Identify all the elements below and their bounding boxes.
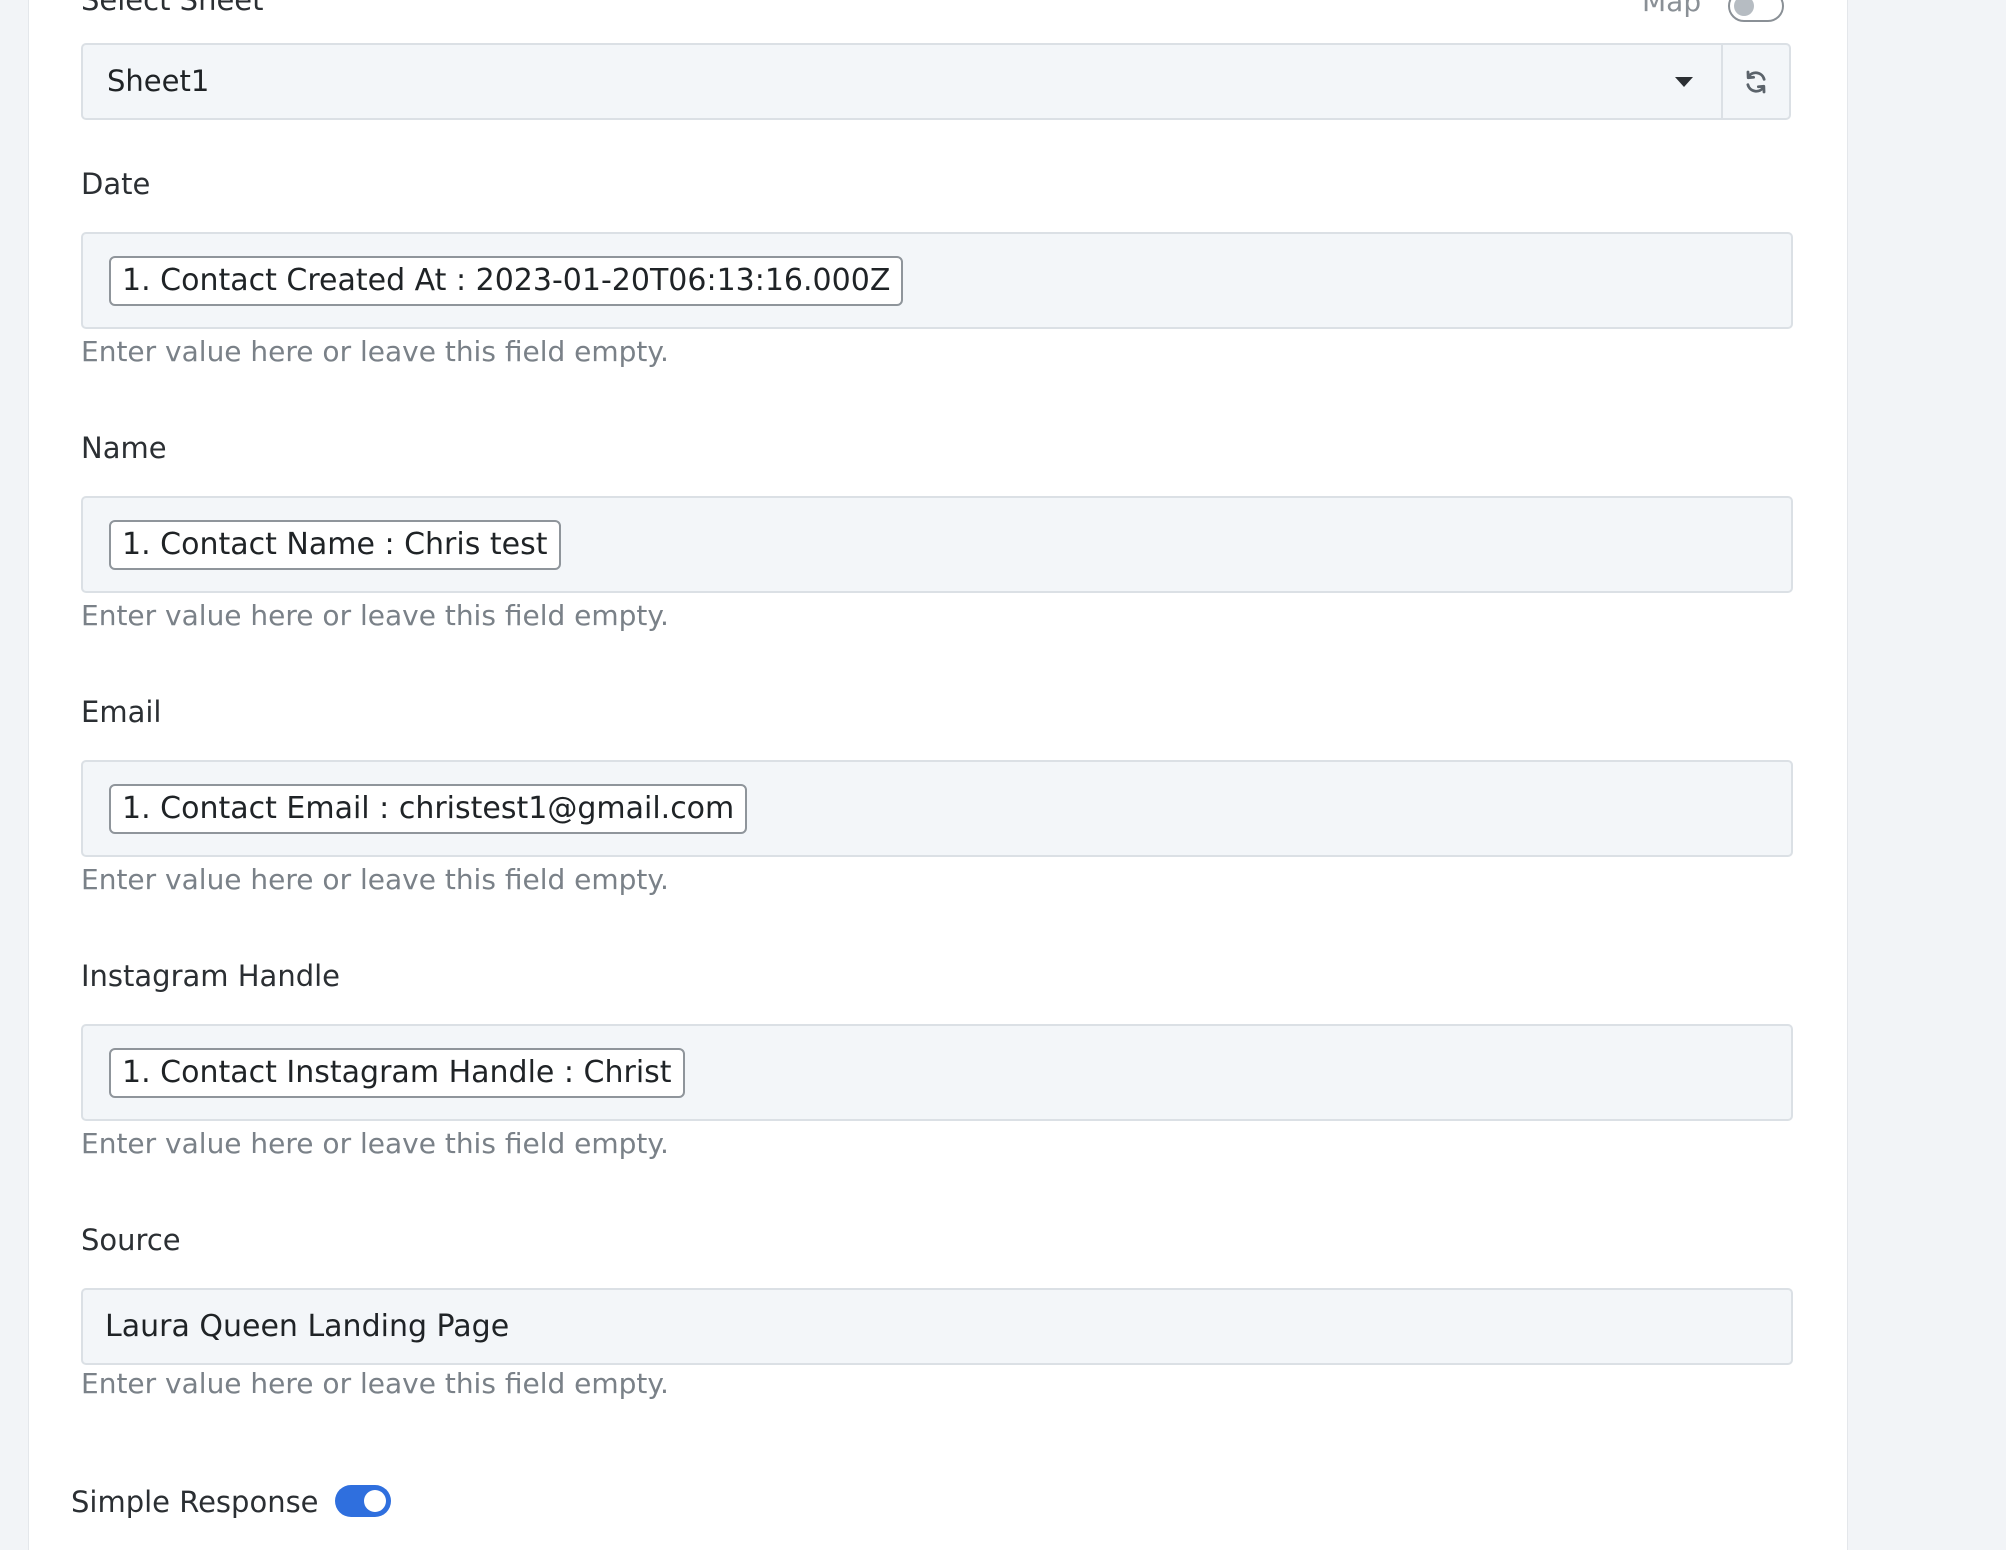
- date-field[interactable]: 1. Contact Created At : 2023-01-20T06:13…: [81, 232, 1793, 329]
- email-help-text: Enter value here or leave this field emp…: [81, 863, 669, 896]
- instagram-mapped-chip[interactable]: 1. Contact Instagram Handle : Christ: [109, 1048, 685, 1098]
- instagram-field[interactable]: 1. Contact Instagram Handle : Christ: [81, 1024, 1793, 1121]
- toggle-knob: [364, 1490, 386, 1512]
- date-label: Date: [81, 167, 151, 201]
- select-sheet-label: Select Sheet: [81, 0, 264, 17]
- refresh-button[interactable]: [1721, 43, 1791, 120]
- map-toggle[interactable]: [1728, 0, 1784, 22]
- email-mapped-chip[interactable]: 1. Contact Email : christest1@gmail.com: [109, 784, 748, 834]
- caret-down-icon: [1675, 77, 1693, 87]
- toggle-knob: [1734, 0, 1754, 16]
- name-field[interactable]: 1. Contact Name : Chris test: [81, 496, 1793, 593]
- simple-response-label: Simple Response: [71, 1485, 319, 1519]
- sheet-select[interactable]: Sheet1: [81, 43, 1721, 120]
- instagram-help-text: Enter value here or leave this field emp…: [81, 1127, 669, 1160]
- date-mapped-chip[interactable]: 1. Contact Created At : 2023-01-20T06:13…: [109, 256, 904, 306]
- simple-response-toggle[interactable]: [335, 1485, 391, 1517]
- email-label: Email: [81, 695, 162, 729]
- refresh-icon: [1746, 70, 1766, 93]
- form-card: Select Sheet Map Sheet1 Date 1. Contact …: [28, 0, 1848, 1550]
- sheet-select-value: Sheet1: [107, 64, 210, 98]
- date-help-text: Enter value here or leave this field emp…: [81, 335, 669, 368]
- map-label: Map: [1642, 0, 1702, 18]
- name-mapped-chip[interactable]: 1. Contact Name : Chris test: [109, 520, 561, 570]
- source-label: Source: [81, 1223, 181, 1257]
- instagram-label: Instagram Handle: [81, 959, 341, 993]
- source-help-text: Enter value here or leave this field emp…: [81, 1367, 669, 1400]
- email-field[interactable]: 1. Contact Email : christest1@gmail.com: [81, 760, 1793, 857]
- name-help-text: Enter value here or leave this field emp…: [81, 599, 669, 632]
- source-value: Laura Queen Landing Page: [105, 1309, 510, 1344]
- source-field[interactable]: Laura Queen Landing Page: [81, 1288, 1793, 1365]
- name-label: Name: [81, 431, 167, 465]
